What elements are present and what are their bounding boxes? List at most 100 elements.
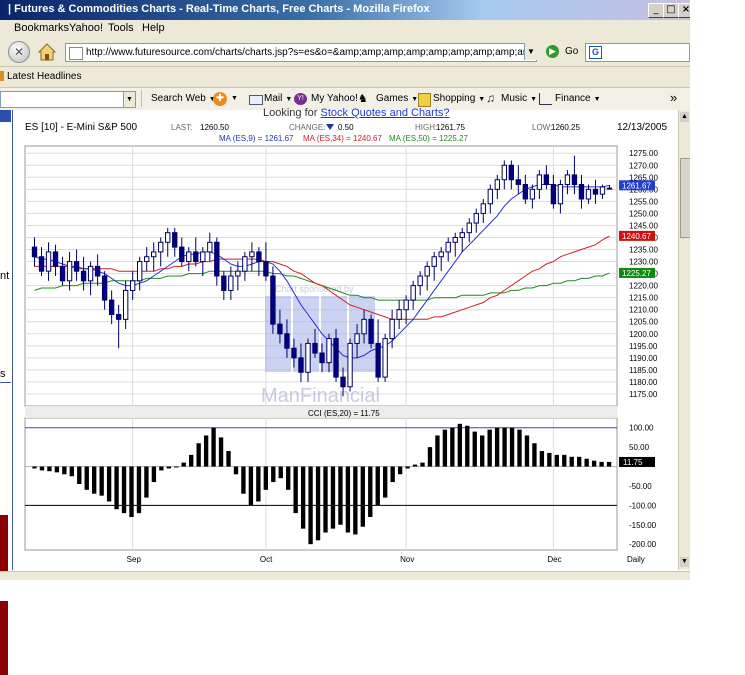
games-button[interactable]: Games ▼	[376, 93, 418, 104]
home-icon[interactable]	[37, 42, 57, 61]
candle-body	[578, 184, 585, 200]
candle-body	[473, 212, 479, 224]
chevron-down-icon[interactable]: ▼	[231, 95, 238, 102]
candle-body	[375, 342, 381, 378]
search-web-button[interactable]: Search Web▼	[151, 93, 216, 104]
search-web-label: Search Web	[151, 93, 206, 104]
stop-icon[interactable]: ✕	[8, 41, 30, 63]
month-label: Nov	[400, 555, 414, 564]
window-title: | Futures & Commodities Charts - Real-Ti…	[8, 3, 430, 15]
maximize-button[interactable]: □	[663, 3, 679, 18]
cci-bar	[554, 454, 559, 467]
cci-bar	[383, 466, 388, 498]
minimize-button[interactable]: _	[648, 3, 664, 18]
cci-bar	[226, 451, 231, 467]
chevron-down-icon: ▼	[478, 96, 486, 103]
candle-body	[221, 275, 227, 291]
cci-bar	[159, 466, 164, 471]
cci-bar	[532, 443, 537, 467]
cci-bar	[211, 427, 216, 467]
candle-body	[115, 314, 122, 320]
candle-body	[592, 188, 599, 195]
candle-body	[158, 241, 164, 253]
menu-tools[interactable]: Tools	[108, 22, 134, 34]
bottom-margin	[0, 580, 690, 601]
cci-bar	[524, 435, 530, 467]
scroll-down-icon[interactable]: ▼	[680, 557, 689, 567]
candle-body	[38, 256, 45, 272]
search-input[interactable]: G	[585, 43, 690, 62]
y-tick-label: 1255.00	[629, 197, 658, 206]
cci-bar	[345, 466, 351, 533]
candle-body	[122, 289, 129, 320]
candle-body	[80, 270, 87, 282]
y-tick-label: 1185.00	[629, 366, 658, 375]
cci-bar	[114, 466, 119, 510]
url-input[interactable]: http://www.futuresource.com/charts/chart…	[65, 43, 537, 62]
candle-body	[291, 347, 297, 359]
url-history-dropdown[interactable]: ▼	[524, 43, 537, 60]
cci-bar	[450, 427, 455, 467]
cci-bar	[397, 466, 403, 475]
my-yahoo-button[interactable]: My Yahoo!	[311, 93, 358, 104]
highlight-icon[interactable]: ✚	[213, 92, 227, 106]
month-label: Sep	[127, 555, 142, 564]
finance-button[interactable]: Finance ▼	[555, 93, 601, 104]
left-tab-marker	[0, 110, 11, 122]
latest-headlines-bookmark[interactable]: Latest Headlines	[7, 71, 82, 82]
window-title-bar: | Futures & Commodities Charts - Real-Ti…	[0, 0, 694, 20]
candle-body	[305, 342, 311, 373]
candle-body	[571, 174, 578, 186]
candle-body	[452, 236, 458, 243]
cci-bar	[360, 466, 365, 527]
page-icon	[69, 47, 83, 60]
cci-bar	[286, 466, 291, 490]
candle-body	[214, 241, 220, 277]
cci-bar	[591, 460, 597, 467]
cci-bar	[539, 451, 545, 467]
candle-body	[59, 265, 66, 282]
ma50-legend: MA (ES,50) = 1225.27	[389, 134, 468, 143]
menu-yahoo[interactable]: Yahoo!	[69, 22, 103, 34]
month-label: Oct	[260, 555, 273, 564]
cci-bar	[509, 427, 515, 467]
cci-bar	[196, 443, 201, 467]
chart-date: 12/13/2005	[617, 122, 667, 133]
menu-bookmarks[interactable]: Bookmarks	[14, 22, 69, 34]
candle-body	[410, 285, 416, 301]
yahoo-search-box[interactable]: ▼	[0, 91, 136, 108]
candle-body	[270, 275, 276, 325]
shopping-button[interactable]: Shopping ▼	[433, 93, 485, 104]
toolbar-overflow-button[interactable]: »	[670, 90, 677, 105]
cci-bar	[129, 466, 134, 517]
cci-bar	[465, 425, 470, 467]
cci-bar	[181, 462, 186, 467]
cci-bar	[77, 466, 82, 484]
candle-body	[340, 376, 346, 388]
candle-body	[438, 251, 444, 258]
mail-button[interactable]: Mail ▼	[264, 93, 292, 104]
finance-label: Finance	[555, 93, 591, 104]
left-edge-text: s	[0, 368, 6, 380]
candle-body	[186, 251, 192, 263]
menu-help[interactable]: Help	[142, 22, 165, 34]
music-button[interactable]: Music ▼	[501, 93, 537, 104]
candle-body	[599, 186, 606, 195]
candle-body	[66, 261, 73, 282]
cci-label: CCI (ES,20) = 11.75	[308, 409, 380, 418]
cci-bar	[338, 466, 343, 525]
cci-bar	[353, 466, 358, 535]
scroll-up-icon[interactable]: ▲	[680, 112, 689, 122]
go-icon[interactable]: ▶	[546, 45, 559, 58]
chart-plot-group: 1275.001270.001265.001260.001255.001250.…	[24, 145, 658, 564]
candle-body	[108, 299, 115, 316]
cci-bar	[420, 462, 425, 467]
candle-body	[368, 318, 374, 344]
candle-body	[207, 241, 213, 253]
chevron-down-icon[interactable]: ▼	[123, 92, 135, 107]
high-value: 1261.75	[436, 123, 465, 132]
chevron-down-icon: ▼	[285, 96, 293, 103]
go-button[interactable]: Go	[565, 46, 578, 57]
candle-body	[101, 275, 108, 301]
watermark-brand: ManFinancial	[261, 385, 380, 407]
